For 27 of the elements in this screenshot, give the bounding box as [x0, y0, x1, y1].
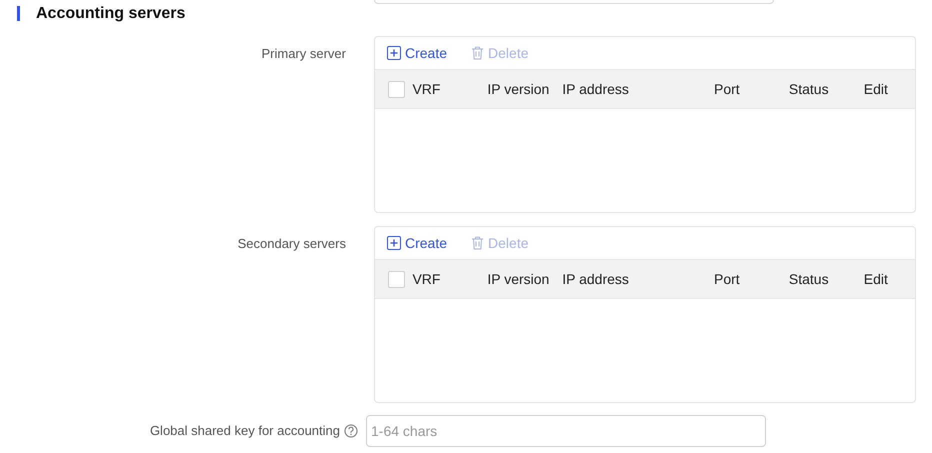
column-header: IP address: [562, 80, 629, 96]
section-marker: [17, 6, 20, 21]
plus-square-icon: [387, 46, 401, 60]
field-label: Primary server: [261, 45, 346, 61]
create-button[interactable]: Create: [387, 42, 448, 64]
column-header: Edit: [864, 270, 888, 286]
section-title: Accounting servers: [36, 4, 186, 24]
column-header: IP version: [487, 80, 550, 96]
column-header: Port: [714, 270, 740, 286]
field-label: Global shared key for accounting: [150, 422, 340, 440]
create-button[interactable]: Create: [387, 232, 448, 254]
shared-key-field[interactable]: 1-64 chars: [366, 415, 766, 447]
trash-icon: [471, 236, 484, 250]
column-header: Status: [788, 80, 829, 96]
column-header: Port: [714, 80, 740, 96]
field-label: Secondary servers: [238, 235, 346, 251]
column-header: Edit: [864, 80, 888, 96]
column-header: Status: [788, 270, 829, 286]
column-header: VRF: [412, 80, 440, 96]
plus-square-icon: [387, 236, 401, 250]
help-icon[interactable]: [344, 424, 358, 438]
column-header: IP version: [487, 270, 550, 286]
select-all-checkbox[interactable]: [388, 270, 405, 288]
trash-icon: [471, 46, 484, 60]
column-header: IP address: [562, 270, 629, 286]
select-all-checkbox[interactable]: [388, 80, 405, 98]
column-header: VRF: [412, 270, 440, 286]
